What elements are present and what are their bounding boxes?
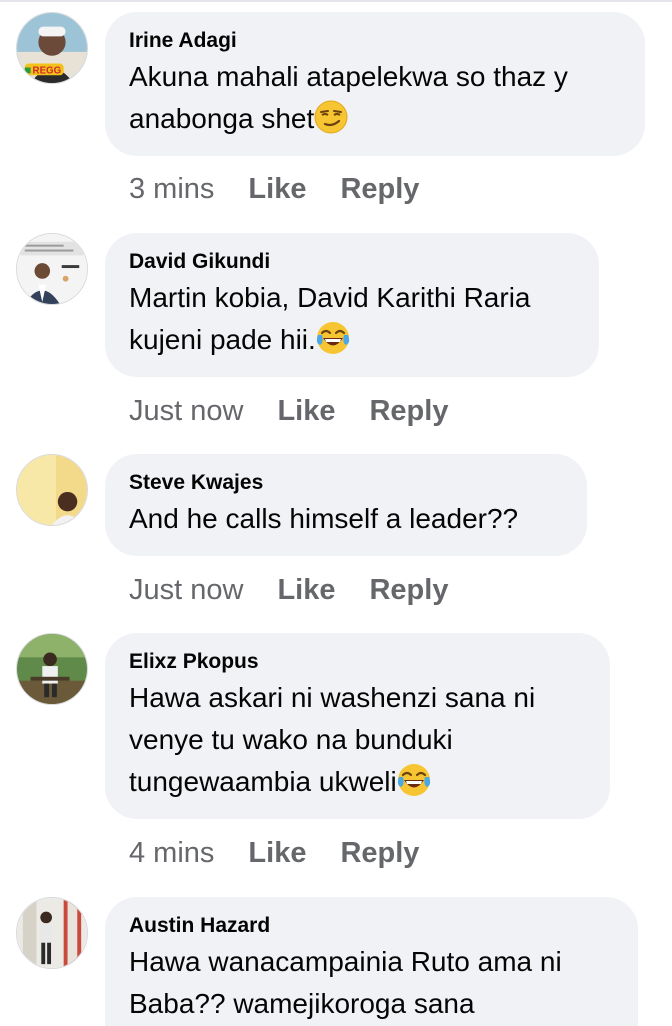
avatar[interactable]: REGG bbox=[16, 12, 88, 84]
avatar[interactable] bbox=[16, 897, 88, 969]
tears-of-joy-emoji-icon bbox=[397, 764, 430, 796]
avatar-photo bbox=[17, 634, 87, 704]
comment-author[interactable]: David Gikundi bbox=[129, 247, 575, 277]
comment-text: And he calls himself a leader?? bbox=[129, 503, 519, 534]
avatar-photo bbox=[17, 234, 87, 304]
reply-button[interactable]: Reply bbox=[340, 171, 419, 207]
avatar[interactable] bbox=[16, 233, 88, 305]
comment-timestamp: Just now bbox=[129, 574, 244, 606]
comment-bubble: Austin Hazard Hawa wanacampainia Ruto am… bbox=[105, 897, 638, 1026]
comment-bubble: Irine Adagi Akuna mahali atapelekwa so t… bbox=[105, 12, 645, 156]
comment-author[interactable]: Irine Adagi bbox=[129, 26, 621, 56]
top-divider bbox=[0, 0, 672, 2]
comment-bubble: David Gikundi Martin kobia, David Karith… bbox=[105, 233, 599, 377]
comment-text: Hawa askari ni washenzi sana ni venye tu… bbox=[129, 682, 543, 797]
comment-actions: 3 mins Like Reply bbox=[129, 171, 419, 207]
comment-timestamp: 4 mins bbox=[129, 837, 215, 869]
avatar-photo bbox=[17, 898, 87, 968]
reply-button[interactable]: Reply bbox=[369, 393, 448, 429]
reply-button[interactable]: Reply bbox=[340, 835, 419, 871]
comment-author[interactable]: Elixz Pkopus bbox=[129, 647, 586, 677]
comment-bubble: Elixz Pkopus Hawa askari ni washenzi san… bbox=[105, 633, 610, 819]
comment-timestamp: Just now bbox=[129, 395, 244, 427]
avatar-photo: REGG bbox=[17, 13, 87, 83]
like-button[interactable]: Like bbox=[277, 393, 335, 429]
reply-button[interactable]: Reply bbox=[369, 572, 448, 608]
comment-bubble: Steve Kwajes And he calls himself a lead… bbox=[105, 454, 587, 556]
comment-text: Akuna mahali atapelekwa so thaz y anabon… bbox=[129, 61, 576, 134]
comment-actions: Just now Like Reply bbox=[129, 393, 448, 429]
comment-author[interactable]: Austin Hazard bbox=[129, 911, 614, 941]
tears-of-joy-emoji-icon bbox=[316, 322, 349, 354]
comment-actions: 4 mins Like Reply bbox=[129, 835, 419, 871]
comment-timestamp: 3 mins bbox=[129, 173, 215, 205]
like-button[interactable]: Like bbox=[248, 171, 306, 207]
smirk-emoji-icon bbox=[314, 100, 348, 134]
avatar[interactable] bbox=[16, 454, 88, 526]
comment-text: Hawa wanacampainia Ruto ama ni Baba?? wa… bbox=[129, 946, 570, 1019]
like-button[interactable]: Like bbox=[277, 572, 335, 608]
avatar[interactable] bbox=[16, 633, 88, 705]
comment-author[interactable]: Steve Kwajes bbox=[129, 468, 563, 498]
svg-text:REGG: REGG bbox=[33, 65, 62, 76]
like-button[interactable]: Like bbox=[248, 835, 306, 871]
comment-text: Martin kobia, David Karithi Raria kujeni… bbox=[129, 282, 539, 355]
comment-actions: Just now Like Reply bbox=[129, 572, 448, 608]
avatar-photo bbox=[17, 455, 87, 525]
